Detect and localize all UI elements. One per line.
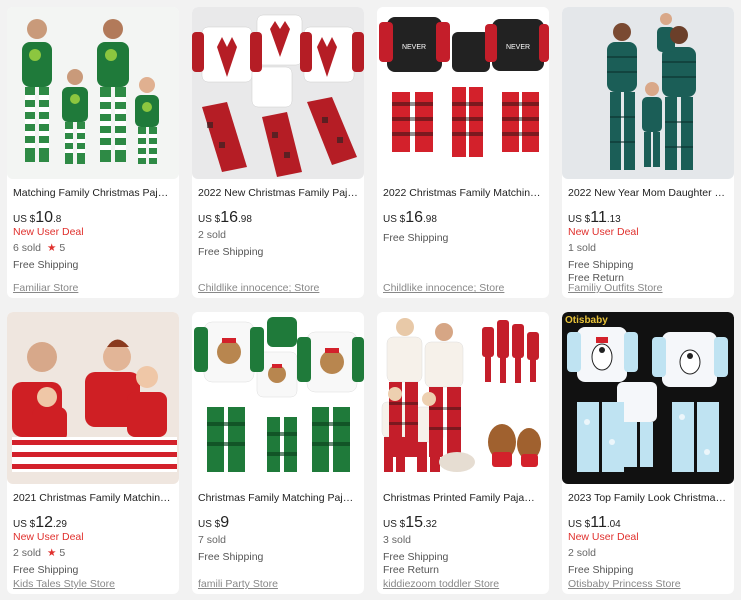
sold-rating: 2 sold ★ 5	[13, 546, 173, 561]
store-link[interactable]: Familiar Store	[13, 282, 78, 294]
store-link[interactable]: Childlike innocence; Store	[383, 282, 504, 294]
shipping-label: Free Shipping	[13, 564, 79, 576]
product-title[interactable]: 2022 Christmas Family Matching S...	[383, 186, 543, 200]
product-title[interactable]: 2022 New Year Mom Daughter Da...	[568, 186, 728, 200]
product-title[interactable]: Christmas Printed Family Pajamas ...	[383, 491, 543, 505]
store-link[interactable]: Familiy Outfits Store	[568, 282, 663, 294]
sold-rating: 6 sold ★ 5	[13, 241, 173, 256]
product-price: US $11.13	[568, 209, 728, 226]
price-currency: US $	[383, 519, 406, 530]
price-integer: 15	[405, 514, 424, 531]
product-price: US $12.29	[13, 514, 173, 531]
product-image[interactable]: Otisbaby	[562, 312, 734, 484]
price-decimal: .04	[606, 519, 621, 530]
store-link[interactable]: kiddiezoom toddler Store	[383, 578, 499, 590]
new-user-deal-label: New User Deal	[568, 226, 639, 238]
price-decimal: .29	[53, 519, 67, 530]
price-currency: US $	[383, 214, 406, 225]
price-decimal: .8	[53, 214, 62, 225]
new-user-deal-label: New User Deal	[13, 531, 84, 543]
price-decimal: .13	[606, 214, 621, 225]
price-currency: US $	[568, 519, 591, 530]
product-title[interactable]: Christmas Family Matching Pajam...	[198, 491, 358, 505]
price-integer: 9	[220, 514, 230, 531]
price-decimal: .32	[423, 519, 437, 530]
shipping-label: Free Shipping	[383, 551, 449, 563]
product-image[interactable]	[192, 312, 364, 484]
product-grid: Matching Family Christmas Pajama... US $…	[0, 0, 741, 600]
price-integer: 11	[590, 514, 607, 531]
product-image[interactable]	[562, 7, 734, 179]
price-decimal: .98	[238, 214, 252, 225]
product-price: US $15.32	[383, 514, 543, 531]
product-card[interactable]: Christmas Printed Family Pajamas ... US …	[377, 312, 549, 594]
product-title[interactable]: Matching Family Christmas Pajama...	[13, 186, 173, 200]
product-price: US $9	[198, 514, 358, 531]
product-image[interactable]	[7, 7, 179, 179]
price-currency: US $	[198, 519, 221, 530]
product-card[interactable]: 2021 Christmas Family Matching L... US $…	[7, 312, 179, 594]
product-card[interactable]: NEVER NEVER 2022 Christmas Family Matchi…	[377, 7, 549, 298]
rating-value: 5	[59, 547, 66, 559]
product-card[interactable]: 2022 New Christmas Family Pajama... US $…	[192, 7, 364, 298]
sold-count: 2 sold	[568, 547, 597, 559]
sold-count: 2 sold	[13, 547, 42, 559]
sold-count: 6 sold	[13, 242, 42, 254]
price-decimal: .98	[423, 214, 437, 225]
product-image[interactable]	[7, 312, 179, 484]
price-integer: 10	[35, 209, 54, 226]
product-price: US $16.98	[198, 209, 358, 226]
product-card[interactable]: Christmas Family Matching Pajam... US $9…	[192, 312, 364, 594]
shipping-label: Free Shipping	[383, 232, 449, 244]
price-currency: US $	[198, 214, 221, 225]
product-price: US $10.8	[13, 209, 173, 226]
store-link[interactable]: Kids Tales Style Store	[13, 578, 115, 590]
product-price: US $16.98	[383, 209, 543, 226]
price-currency: US $	[13, 519, 36, 530]
brand-watermark: Otisbaby	[565, 315, 608, 326]
product-card[interactable]: Matching Family Christmas Pajama... US $…	[7, 7, 179, 298]
svg-text:NEVER: NEVER	[506, 44, 530, 51]
price-currency: US $	[13, 214, 36, 225]
product-card[interactable]: Otisbaby 2023 Top Family Look Christmas …	[562, 312, 734, 594]
price-integer: 16	[405, 209, 424, 226]
new-user-deal-label: New User Deal	[13, 226, 84, 238]
sold-count: 1 sold	[568, 242, 597, 254]
product-image[interactable]	[192, 7, 364, 179]
sold-count: 7 sold	[198, 534, 227, 546]
return-label: Free Return	[383, 564, 440, 576]
product-title[interactable]: 2022 New Christmas Family Pajama...	[198, 186, 358, 200]
store-link[interactable]: Childlike innocence; Store	[198, 282, 319, 294]
product-price: US $11.04	[568, 514, 728, 531]
product-image[interactable]: NEVER NEVER	[377, 7, 549, 179]
svg-text:NEVER: NEVER	[402, 44, 426, 51]
product-card[interactable]: 2022 New Year Mom Daughter Da... US $11.…	[562, 7, 734, 298]
new-user-deal-label: New User Deal	[568, 531, 639, 543]
product-title[interactable]: 2023 Top Family Look Christmas Pj...	[568, 491, 728, 505]
shipping-label: Free Shipping	[198, 551, 264, 563]
price-integer: 11	[590, 209, 607, 226]
shipping-label: Free Shipping	[13, 259, 79, 271]
price-integer: 16	[220, 209, 239, 226]
store-link[interactable]: famili Party Store	[198, 578, 278, 590]
price-integer: 12	[35, 514, 54, 531]
product-title[interactable]: 2021 Christmas Family Matching L...	[13, 491, 173, 505]
shipping-label: Free Shipping	[198, 246, 264, 258]
sold-count: 2 sold	[198, 229, 227, 241]
shipping-label: Free Shipping	[568, 259, 634, 271]
star-icon: ★	[47, 547, 57, 559]
star-icon: ★	[47, 242, 57, 254]
store-link[interactable]: Otisbaby Princess Store	[568, 578, 681, 590]
product-image[interactable]	[377, 312, 549, 484]
shipping-label: Free Shipping	[568, 564, 634, 576]
rating-value: 5	[59, 242, 66, 254]
sold-count: 3 sold	[383, 534, 412, 546]
price-currency: US $	[568, 214, 591, 225]
